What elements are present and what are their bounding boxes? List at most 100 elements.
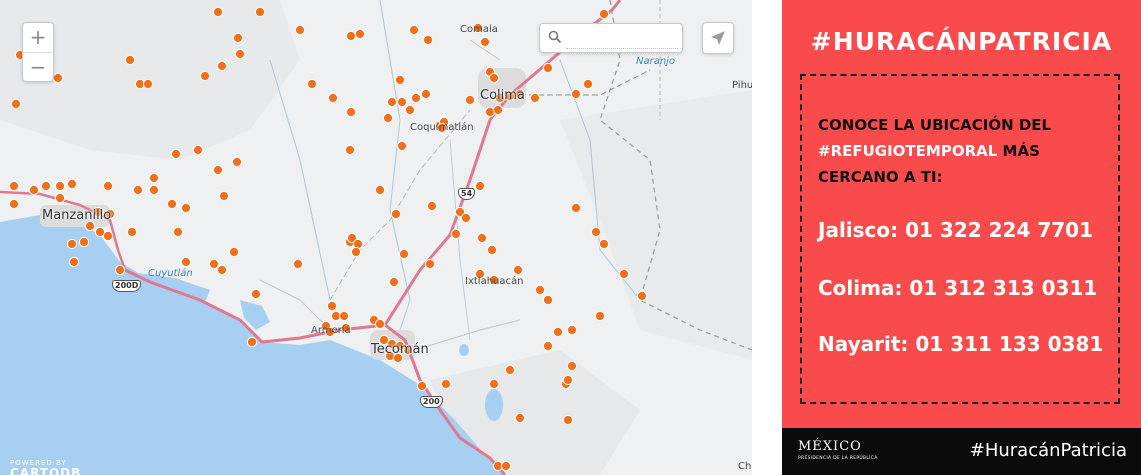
shelter-marker[interactable] <box>306 78 318 90</box>
shelter-marker[interactable] <box>408 24 420 36</box>
shelter-marker[interactable] <box>474 180 486 192</box>
shelter-marker[interactable] <box>464 94 476 106</box>
shelter-marker[interactable] <box>582 78 594 90</box>
shelter-marker[interactable] <box>404 104 416 116</box>
shelter-marker[interactable] <box>504 364 516 376</box>
shelter-marker[interactable] <box>246 336 258 348</box>
shelter-marker[interactable] <box>8 180 20 192</box>
shelter-marker[interactable] <box>566 324 578 336</box>
shelter-marker[interactable] <box>460 212 472 224</box>
shelter-marker[interactable] <box>345 30 357 42</box>
shelter-marker[interactable] <box>345 106 357 118</box>
shelter-marker[interactable] <box>424 258 436 270</box>
shelter-marker[interactable] <box>618 268 630 280</box>
shelter-marker[interactable] <box>492 104 504 116</box>
shelter-marker[interactable] <box>488 72 500 84</box>
shelter-marker[interactable] <box>228 246 240 258</box>
shelter-marker[interactable] <box>396 96 408 108</box>
shelter-marker[interactable] <box>166 198 178 210</box>
shelter-marker[interactable] <box>338 310 350 322</box>
shelter-marker[interactable] <box>416 380 428 392</box>
shelter-map[interactable]: Manzanillo Colima Comala Coquimatlán Cuy… <box>0 0 752 475</box>
shelter-marker[interactable] <box>54 180 66 192</box>
shelter-marker[interactable] <box>327 92 339 104</box>
shelter-marker[interactable] <box>512 264 524 276</box>
shelter-marker[interactable] <box>562 374 574 386</box>
shelter-marker[interactable] <box>529 92 541 104</box>
shelter-marker[interactable] <box>486 244 498 256</box>
shelter-marker[interactable] <box>254 6 266 18</box>
shelter-marker[interactable] <box>426 200 438 212</box>
shelter-marker[interactable] <box>390 208 402 220</box>
shelter-marker[interactable] <box>420 88 432 100</box>
shelter-marker[interactable] <box>199 70 211 82</box>
attribution-cartodb[interactable]: CARTODB <box>10 466 81 475</box>
shelter-marker[interactable] <box>218 190 230 202</box>
search-icon[interactable] <box>548 30 562 44</box>
shelter-marker[interactable] <box>216 60 228 72</box>
shelter-marker[interactable] <box>534 284 546 296</box>
shelter-marker[interactable] <box>374 318 386 330</box>
shelter-marker[interactable] <box>102 180 114 192</box>
map-search-input[interactable] <box>566 30 678 49</box>
shelter-marker[interactable] <box>28 184 40 196</box>
shelter-marker[interactable] <box>8 198 20 210</box>
shelter-marker[interactable] <box>250 288 262 300</box>
shelter-marker[interactable] <box>68 256 80 268</box>
shelter-marker[interactable] <box>102 230 114 242</box>
shelter-marker[interactable] <box>394 74 406 86</box>
shelter-marker[interactable] <box>54 192 66 204</box>
shelter-marker[interactable] <box>382 112 394 124</box>
shelter-marker[interactable] <box>488 378 500 390</box>
shelter-marker[interactable] <box>216 264 228 276</box>
shelter-marker[interactable] <box>180 256 192 268</box>
shelter-marker[interactable] <box>292 258 304 270</box>
shelter-marker[interactable] <box>192 144 204 156</box>
shelter-marker[interactable] <box>562 414 574 426</box>
shelter-marker[interactable] <box>78 236 90 248</box>
shelter-marker[interactable] <box>542 340 554 352</box>
shelter-marker[interactable] <box>126 226 138 238</box>
shelter-marker[interactable] <box>542 62 554 74</box>
shelter-marker[interactable] <box>354 28 366 40</box>
shelter-marker[interactable] <box>570 202 582 214</box>
shelter-marker[interactable] <box>479 36 491 48</box>
shelter-marker[interactable] <box>148 184 160 196</box>
shelter-marker[interactable] <box>514 412 526 424</box>
shelter-marker[interactable] <box>386 96 398 108</box>
shelter-marker[interactable] <box>636 290 648 302</box>
shelter-marker[interactable] <box>350 246 362 258</box>
shelter-marker[interactable] <box>52 72 64 84</box>
shelter-marker[interactable] <box>66 178 78 190</box>
shelter-marker[interactable] <box>124 54 136 66</box>
shelter-marker[interactable] <box>570 88 582 100</box>
zoom-in-button[interactable]: + <box>23 23 53 52</box>
shelter-marker[interactable] <box>114 264 126 276</box>
shelter-marker[interactable] <box>374 184 386 196</box>
shelter-marker[interactable] <box>294 24 306 36</box>
shelter-marker[interactable] <box>440 378 452 390</box>
shelter-marker[interactable] <box>326 300 338 312</box>
shelter-marker[interactable] <box>148 172 160 184</box>
shelter-marker[interactable] <box>180 202 192 214</box>
shelter-marker[interactable] <box>132 184 144 196</box>
shelter-marker[interactable] <box>566 360 578 372</box>
shelter-marker[interactable] <box>450 228 462 240</box>
shelter-marker[interactable] <box>344 144 356 156</box>
shelter-marker[interactable] <box>500 460 512 472</box>
shelter-marker[interactable] <box>212 164 224 176</box>
shelter-marker[interactable] <box>66 238 78 250</box>
shelter-marker[interactable] <box>594 310 606 322</box>
shelter-marker[interactable] <box>542 294 554 306</box>
shelter-marker[interactable] <box>40 180 52 192</box>
shelter-marker[interactable] <box>396 140 408 152</box>
zoom-out-button[interactable]: − <box>23 52 53 82</box>
shelter-marker[interactable] <box>170 148 182 160</box>
shelter-marker[interactable] <box>10 98 22 110</box>
shelter-marker[interactable] <box>422 34 434 46</box>
shelter-marker[interactable] <box>208 258 220 270</box>
shelter-marker[interactable] <box>598 238 610 250</box>
shelter-marker[interactable] <box>232 32 244 44</box>
shelter-marker[interactable] <box>476 232 488 244</box>
shelter-marker[interactable] <box>598 8 610 20</box>
